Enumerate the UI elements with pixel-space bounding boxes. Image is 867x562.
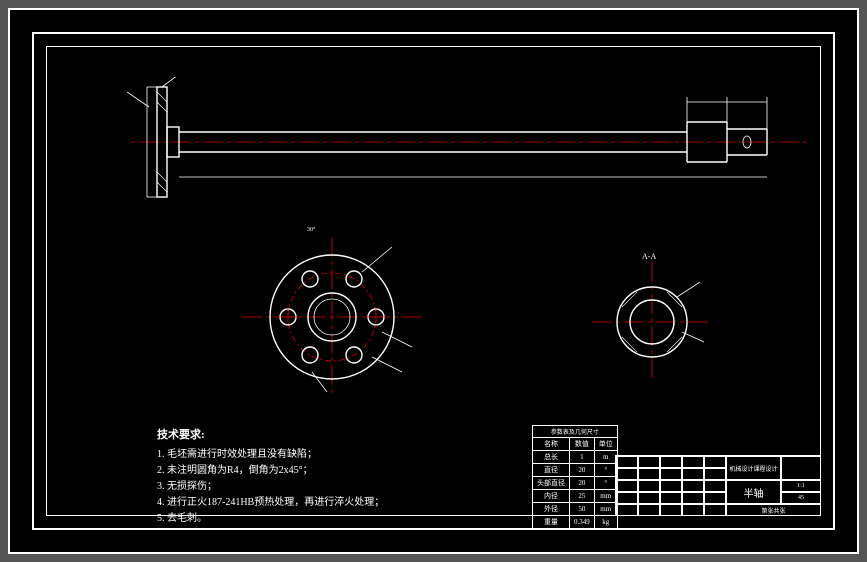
cell: 20	[570, 477, 595, 490]
cad-viewport: 30° A-A 技术要求:	[8, 8, 859, 554]
notes-list: 毛坯需进行时效处理且没有缺陷； 未注明圆角为R4，倒角为2x45°； 无损探伤；…	[157, 447, 384, 527]
cell: 外径	[533, 503, 570, 516]
note-item: 毛坯需进行时效处理且没有缺陷；	[157, 447, 384, 463]
cell: 25	[570, 490, 595, 503]
tb-sheet: 第张共张	[726, 504, 821, 516]
cell: mm	[594, 503, 617, 516]
cell: 0.349	[570, 516, 595, 529]
drawing-border-inner: 30° A-A 技术要求:	[46, 46, 821, 516]
cell: °	[594, 477, 617, 490]
param-header: 数值	[570, 438, 595, 451]
flange-front-view	[242, 237, 422, 397]
technical-notes: 技术要求: 毛坯需进行时效处理且没有缺陷； 未注明圆角为R4，倒角为2x45°；…	[157, 427, 384, 527]
cell: 20	[570, 464, 595, 477]
cell: °	[594, 464, 617, 477]
drawing-border-outer: 30° A-A 技术要求:	[32, 32, 835, 530]
note-item: 无损探伤；	[157, 479, 384, 495]
parameter-table: 参数表及几何尺寸 名称 数值 单位 总长1m 直径20° 头部直径20° 内径2…	[532, 425, 618, 529]
param-header: 单位	[594, 438, 617, 451]
cell: kg	[594, 516, 617, 529]
cell: 50	[570, 503, 595, 516]
cell: 总长	[533, 451, 570, 464]
cell: 头部直径	[533, 477, 570, 490]
section-label-aa: A-A	[642, 252, 656, 261]
cell: 内径	[533, 490, 570, 503]
note-item: 进行正火187-241HB预热处理，再进行淬火处理；	[157, 495, 384, 511]
cell: 1	[570, 451, 595, 464]
section-aa	[592, 262, 712, 382]
shaft-side-view	[127, 77, 807, 207]
title-block: 机械设计课程设计 半轴 1:1 45 第张共张	[615, 455, 820, 515]
tb-company: 机械设计课程设计	[726, 456, 781, 480]
tb-drawing-no	[781, 456, 821, 480]
tb-material: 45	[781, 492, 821, 504]
tb-part-name: 半轴	[726, 480, 781, 504]
cell: mm	[594, 490, 617, 503]
note-item: 未注明圆角为R4，倒角为2x45°；	[157, 463, 384, 479]
param-header: 名称	[533, 438, 570, 451]
cell: 直径	[533, 464, 570, 477]
note-item: 去毛刺。	[157, 511, 384, 527]
tb-scale: 1:1	[781, 480, 821, 492]
param-caption: 参数表及几何尺寸	[533, 426, 618, 438]
notes-title: 技术要求:	[157, 427, 384, 443]
cell: m	[594, 451, 617, 464]
cell: 重量	[533, 516, 570, 529]
dim-label: 30°	[307, 227, 315, 233]
